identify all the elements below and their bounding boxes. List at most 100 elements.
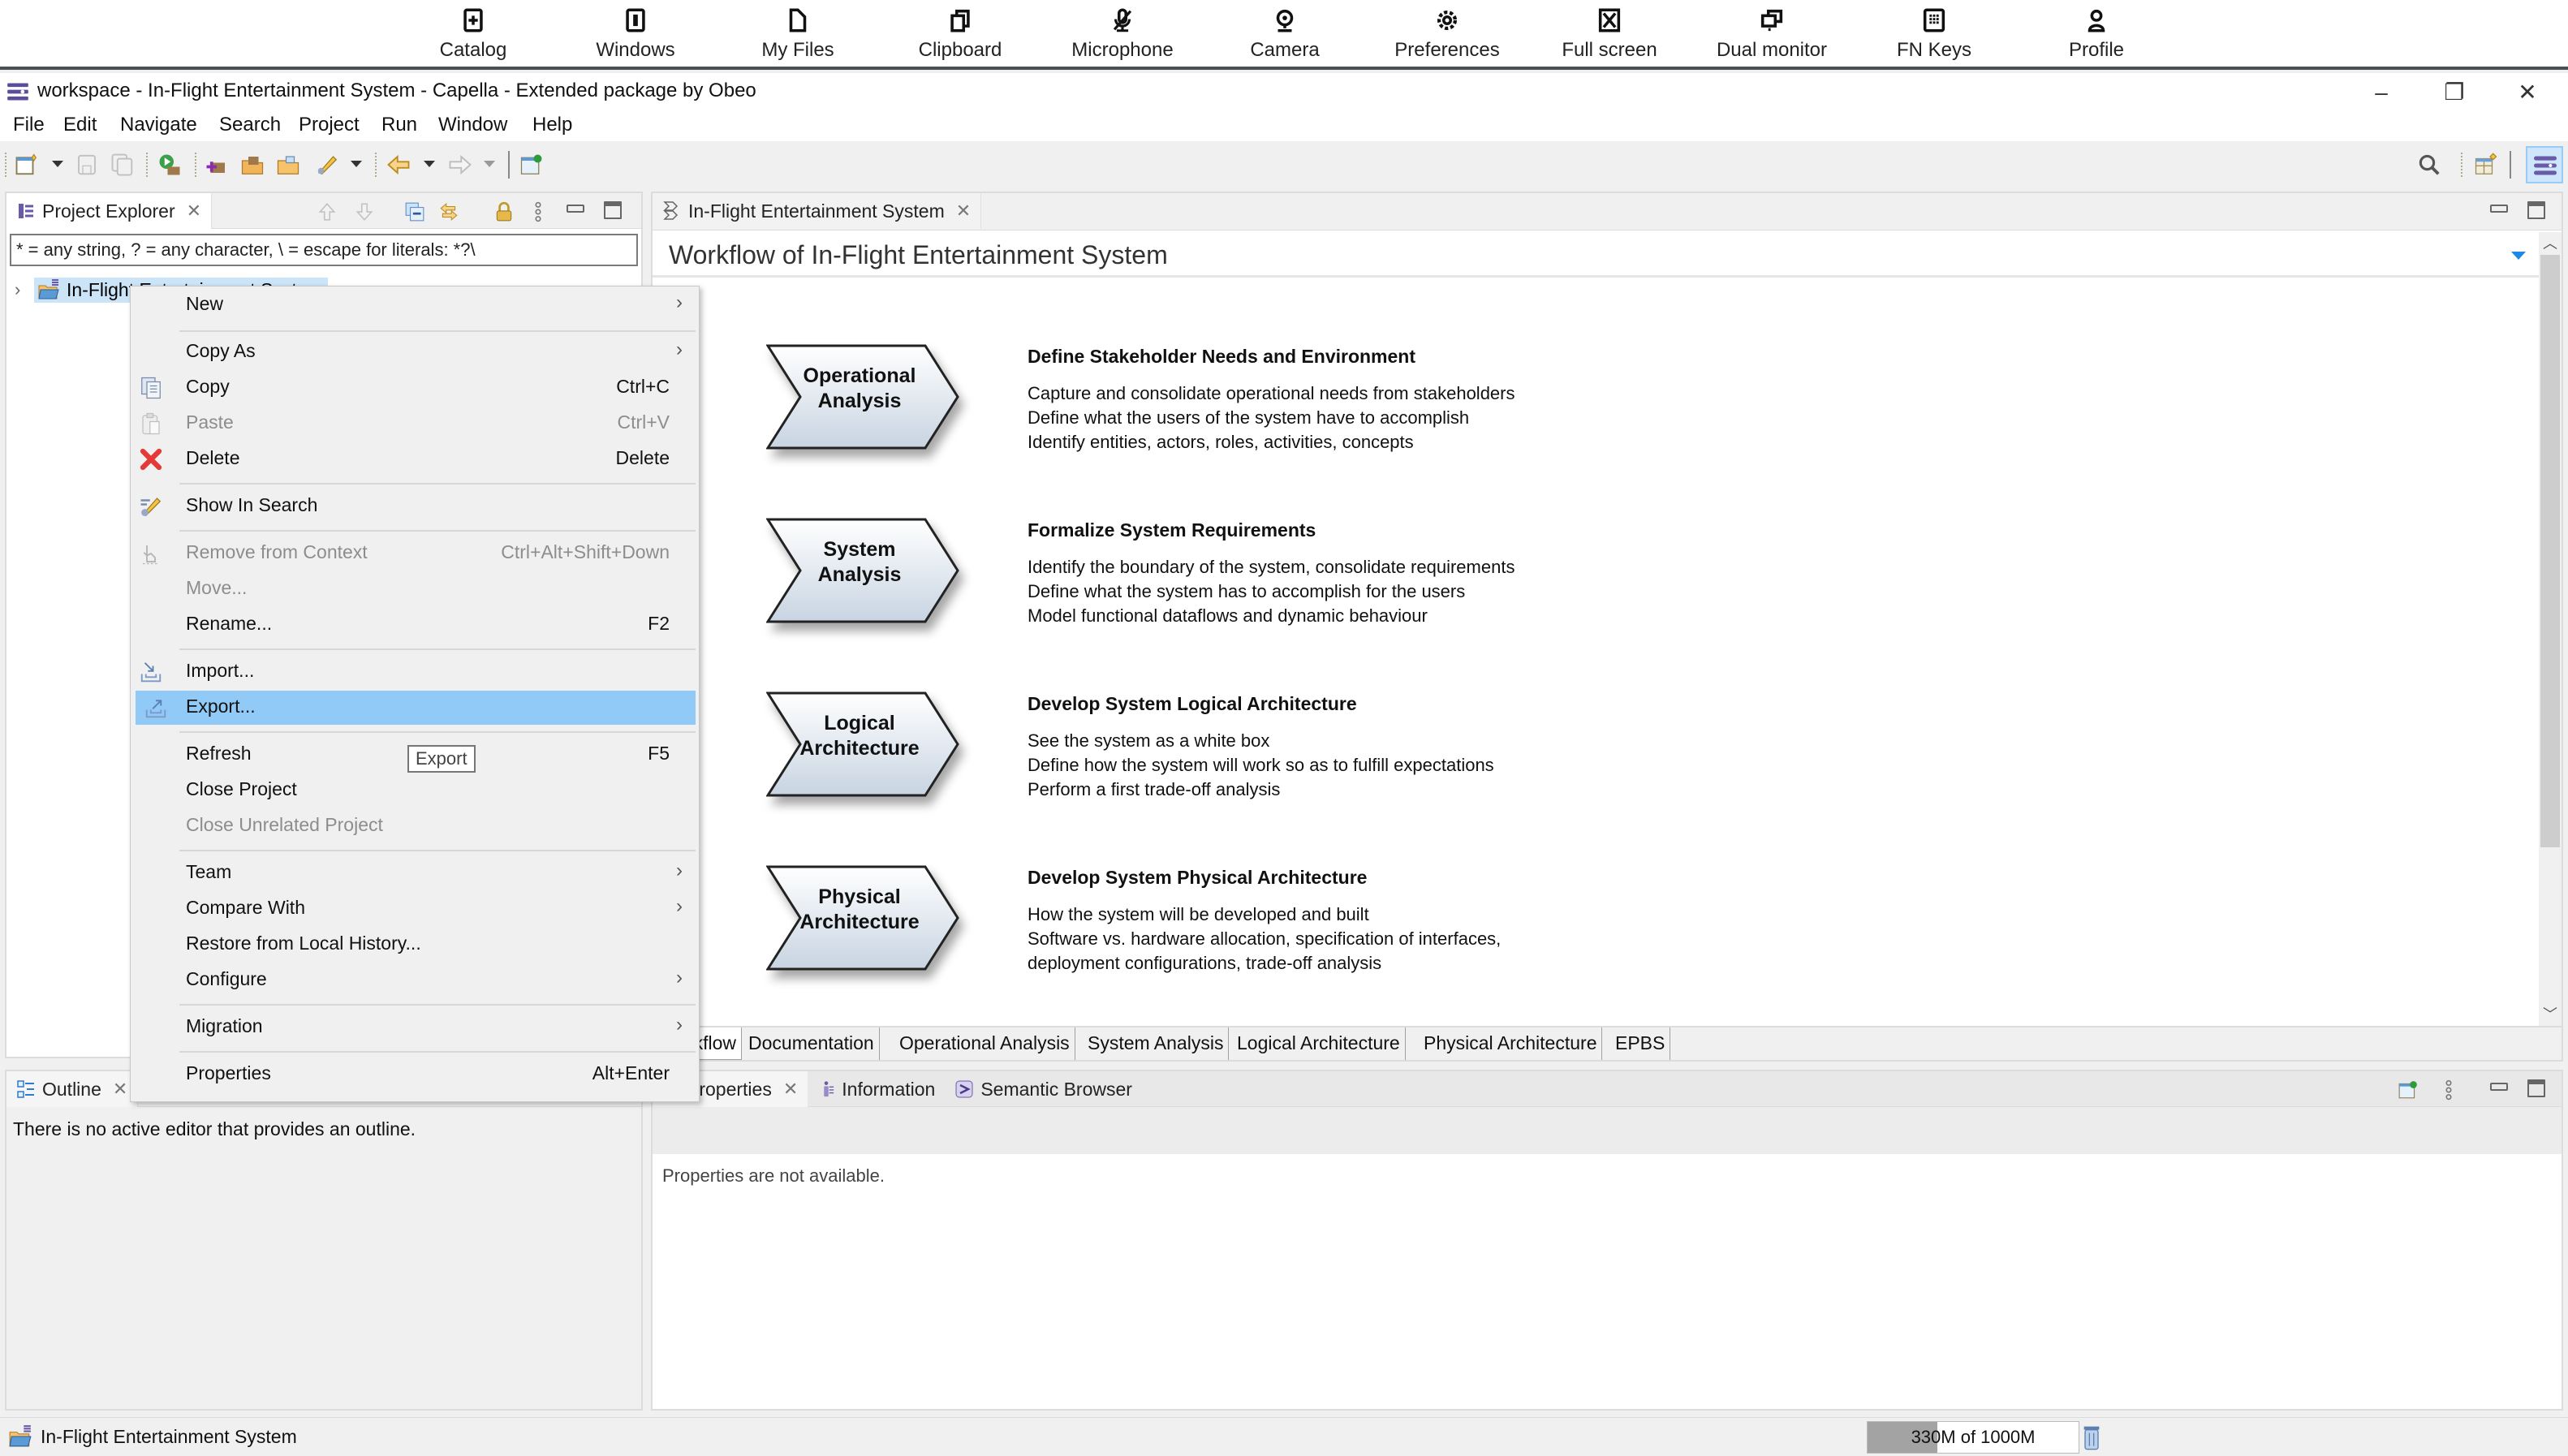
minimize-editor-button[interactable]: [2490, 205, 2508, 213]
close-tab-icon[interactable]: ✕: [956, 200, 971, 222]
garbage-collect-icon[interactable]: [2083, 1424, 2101, 1450]
view-menu-icon[interactable]: [2438, 1079, 2459, 1101]
menu-item-restore-local-history[interactable]: Restore from Local History...: [131, 928, 699, 962]
up-arrow-icon[interactable]: [317, 201, 338, 222]
menu-project[interactable]: Project: [299, 114, 360, 136]
back-arrow-icon[interactable]: [386, 153, 411, 177]
outline-tab[interactable]: Outline ✕: [6, 1071, 139, 1107]
minimize-view-button[interactable]: [567, 205, 584, 213]
menu-item-properties[interactable]: Properties Alt+Enter: [131, 1058, 699, 1092]
menu-item-rename[interactable]: Rename... F2: [131, 608, 699, 642]
search-pen-icon[interactable]: [315, 153, 339, 177]
vertical-scrollbar[interactable]: ︿ ﹀: [2539, 232, 2562, 1026]
profile-button[interactable]: Profile: [2027, 6, 2165, 62]
scroll-down-icon[interactable]: ﹀: [2539, 1003, 2562, 1026]
clipboard-button[interactable]: Clipboard: [891, 6, 1029, 62]
tab-documentation[interactable]: Documentation: [743, 1027, 880, 1060]
tab-logical-architecture[interactable]: Logical Architecture: [1232, 1027, 1406, 1060]
project-explorer-tab[interactable]: Project Explorer ✕: [6, 193, 213, 229]
forward-arrow-icon[interactable]: [448, 153, 472, 177]
pin-editor-icon[interactable]: [519, 153, 544, 177]
collapse-all-icon[interactable]: [404, 201, 425, 222]
maximize-view-button[interactable]: [604, 201, 622, 219]
maximize-view-button[interactable]: [2527, 1079, 2545, 1097]
my-files-button[interactable]: My Files: [729, 6, 867, 62]
lock-icon[interactable]: [493, 201, 515, 222]
menu-file[interactable]: File: [13, 114, 45, 136]
menu-item-configure[interactable]: Configure ›: [131, 963, 699, 997]
menu-item-copy-as[interactable]: Copy As ›: [131, 335, 699, 369]
menu-item-copy[interactable]: Copy Ctrl+C: [131, 371, 699, 405]
open-project-icon[interactable]: [240, 153, 265, 177]
close-tab-icon[interactable]: ✕: [783, 1079, 798, 1100]
down-arrow-icon[interactable]: [354, 201, 375, 222]
menu-item-move[interactable]: Move...: [131, 572, 699, 606]
preferences-button[interactable]: Preferences: [1378, 6, 1516, 62]
fn-keys-button[interactable]: FN Keys: [1865, 6, 2003, 62]
tab-epbs[interactable]: EPBS: [1610, 1027, 1671, 1060]
chevron-operational-analysis[interactable]: Operational Analysis: [766, 344, 961, 450]
microphone-button[interactable]: Microphone: [1053, 6, 1191, 62]
filter-input[interactable]: [10, 234, 638, 266]
run-capella-icon[interactable]: [157, 153, 182, 177]
expand-chevron-icon[interactable]: ›: [15, 279, 28, 300]
restore-button[interactable]: ❐: [2430, 76, 2479, 109]
chevron-physical-architecture[interactable]: Physical Architecture: [766, 865, 961, 971]
tab-physical-architecture[interactable]: Physical Architecture: [1419, 1027, 1603, 1060]
dual-monitor-button[interactable]: Dual monitor: [1703, 6, 1841, 62]
menu-navigate[interactable]: Navigate: [120, 114, 197, 136]
menu-item-import[interactable]: Import...: [131, 655, 699, 689]
menu-item-team[interactable]: Team ›: [131, 856, 699, 890]
view-menu-icon[interactable]: [528, 201, 549, 222]
maximize-editor-button[interactable]: [2527, 201, 2545, 219]
tab-system-analysis[interactable]: System Analysis: [1083, 1027, 1230, 1060]
menu-item-compare-with[interactable]: Compare With ›: [131, 892, 699, 926]
menu-edit[interactable]: Edit: [63, 114, 97, 136]
new-dropdown-arrow[interactable]: [52, 161, 63, 167]
link-with-editor-icon[interactable]: [438, 201, 459, 222]
heap-status[interactable]: 330M of 1000M: [1867, 1421, 2079, 1454]
save-icon[interactable]: [75, 153, 99, 177]
menu-window[interactable]: Window: [438, 114, 507, 136]
forward-dropdown-arrow[interactable]: [484, 161, 495, 167]
menu-item-close-unrelated-project[interactable]: Close Unrelated Project: [131, 809, 699, 843]
scroll-up-icon[interactable]: ︿: [2539, 232, 2562, 255]
menu-item-export[interactable]: Export...: [136, 691, 696, 725]
close-window-button[interactable]: ✕: [2503, 76, 2552, 109]
camera-button[interactable]: Camera: [1216, 6, 1354, 62]
menu-item-new[interactable]: New ›: [131, 288, 699, 322]
catalog-button[interactable]: Catalog: [404, 6, 542, 62]
minimize-button[interactable]: –: [2357, 76, 2406, 109]
windows-button[interactable]: Windows: [567, 6, 704, 62]
back-dropdown-arrow[interactable]: [424, 161, 435, 167]
close-tab-icon[interactable]: ✕: [187, 200, 201, 222]
menu-help[interactable]: Help: [532, 114, 572, 136]
search-icon[interactable]: [2417, 153, 2441, 177]
menu-item-remove-from-context[interactable]: Remove from Context Ctrl+Alt+Shift+Down: [131, 536, 699, 571]
new-wizard-icon[interactable]: [15, 153, 39, 177]
capella-perspective-button[interactable]: [2526, 146, 2563, 183]
open-folder-icon[interactable]: [276, 153, 300, 177]
menu-run[interactable]: Run: [381, 114, 417, 136]
minimize-view-button[interactable]: [2490, 1083, 2508, 1091]
chevron-system-analysis[interactable]: System Analysis: [766, 518, 961, 623]
tab-operational-analysis[interactable]: Operational Analysis: [894, 1027, 1075, 1060]
menu-item-migration[interactable]: Migration ›: [131, 1010, 699, 1045]
pin-view-icon[interactable]: [2398, 1079, 2419, 1101]
tab-semantic-browser[interactable]: Semantic Browser: [945, 1071, 1142, 1107]
editor-tab[interactable]: In-Flight Entertainment System ✕: [653, 193, 982, 229]
tab-information[interactable]: Information: [808, 1071, 945, 1107]
menu-search[interactable]: Search: [219, 114, 281, 136]
workflow-dropdown-icon[interactable]: [2511, 252, 2526, 260]
menu-item-delete[interactable]: Delete Delete: [131, 442, 699, 476]
open-perspective-icon[interactable]: [2474, 153, 2498, 177]
menu-item-show-in-search[interactable]: Show In Search: [131, 489, 699, 523]
fullscreen-button[interactable]: Full screen: [1540, 6, 1678, 62]
search-dropdown-arrow[interactable]: [351, 161, 362, 167]
menu-item-close-project[interactable]: Close Project: [131, 773, 699, 808]
capella-project-icon[interactable]: [205, 153, 229, 177]
save-all-icon[interactable]: [110, 153, 135, 177]
close-tab-icon[interactable]: ✕: [113, 1079, 127, 1100]
chevron-logical-architecture[interactable]: Logical Architecture: [766, 691, 961, 797]
scrollbar-thumb[interactable]: [2540, 255, 2560, 847]
